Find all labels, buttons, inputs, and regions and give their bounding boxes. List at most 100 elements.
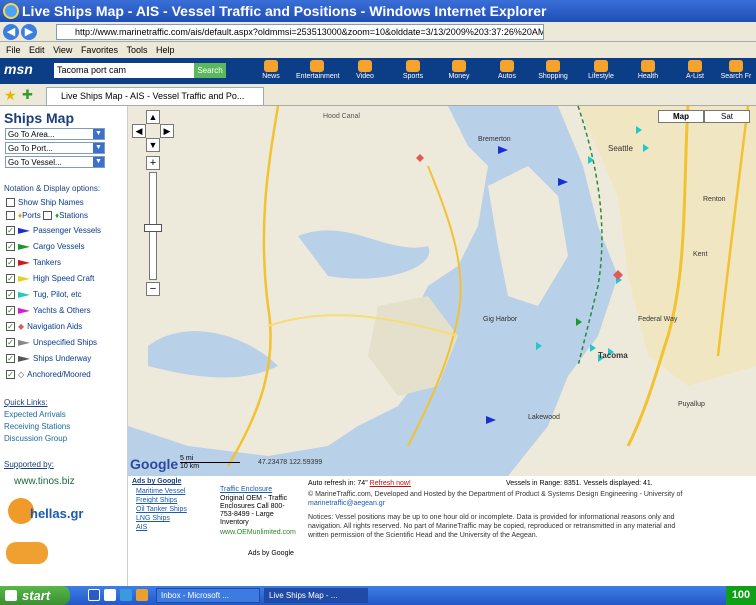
pan-right-button[interactable]: ▶ — [160, 124, 174, 138]
ie-icon[interactable] — [120, 589, 132, 601]
show-names-checkbox[interactable] — [6, 198, 15, 208]
zoom-out-button[interactable]: − — [146, 282, 160, 296]
traffic-enclosure-link[interactable]: Traffic Enclosure — [220, 486, 272, 493]
taskbar-live-ships-map[interactable]: Live Ships Map - ... — [264, 588, 368, 603]
msn-health[interactable]: Health — [627, 60, 669, 80]
health-icon — [641, 60, 655, 72]
place-label: Gig Harbor — [483, 316, 518, 323]
discussion-group-link[interactable]: Discussion Group — [4, 434, 67, 443]
ship-map[interactable]: Hood Canal Bremerton Seattle Renton Kent… — [128, 106, 756, 476]
msn-money[interactable]: Money — [438, 60, 480, 80]
hellas-logo[interactable]: hellas.gr — [8, 498, 88, 528]
msn-video[interactable]: Video — [344, 60, 386, 80]
stations-label: Stations — [59, 211, 88, 220]
map-type-sat-button[interactable]: Sat — [704, 110, 750, 123]
ad-link[interactable]: Freight Ships — [136, 497, 177, 504]
msn-shopping[interactable]: Shopping — [532, 60, 574, 80]
chevron-down-icon: ▼ — [93, 143, 104, 153]
ads-by-google-label-2: Ads by Google — [248, 550, 294, 557]
msn-news[interactable]: News — [250, 60, 292, 80]
msn-lifestyle[interactable]: Lifestyle — [580, 60, 622, 80]
msn-entertainment[interactable]: Entertainment — [296, 60, 340, 80]
receiving-stations-link[interactable]: Receiving Stations — [4, 422, 70, 431]
tug-ship-icon — [18, 291, 30, 298]
traffic-text: 753-8499 - Large — [220, 511, 274, 518]
menu-view[interactable]: View — [53, 42, 72, 58]
place-label: Bremerton — [478, 136, 511, 143]
msn-search-fr[interactable]: Search Fr — [716, 60, 756, 80]
notice-text-2: written permission of the Scientific Hea… — [308, 532, 538, 539]
go-to-area-select[interactable]: Go To Area... ▼ — [5, 128, 105, 140]
quick-links-heading: Quick Links: — [4, 398, 48, 407]
legend-passenger[interactable]: ✓ Passenger Vessels — [6, 225, 101, 236]
ad-link[interactable]: Maritime Vessel — [136, 488, 185, 495]
legend-anchored[interactable]: ✓ ◇ Anchored/Moored — [6, 369, 91, 380]
map-type-map-button[interactable]: Map — [658, 110, 704, 123]
ports-checkbox[interactable] — [6, 211, 15, 221]
stations-checkbox[interactable] — [43, 211, 52, 221]
menu-favorites[interactable]: Favorites — [81, 42, 118, 58]
entertainment-icon — [310, 60, 324, 72]
legend-unspecified[interactable]: ✓ Unspecified Ships — [6, 337, 97, 348]
add-favorite-icon[interactable]: ✚ — [22, 87, 33, 103]
menu-help[interactable]: Help — [156, 42, 175, 58]
msn-search-input[interactable]: Tacoma port cam — [54, 63, 194, 78]
pan-left-button[interactable]: ◀ — [132, 124, 146, 138]
ad-link[interactable]: AIS — [136, 524, 147, 531]
ads-by-google-label: Ads by Google — [132, 478, 182, 485]
menu-edit[interactable]: Edit — [29, 42, 45, 58]
address-url: http://www.marinetraffic.com/ais/default… — [75, 27, 544, 37]
ad-link[interactable]: Oil Tanker Ships — [136, 506, 187, 513]
expected-arrivals-link[interactable]: Expected Arrivals — [4, 410, 66, 419]
msn-search-button[interactable]: Search — [194, 63, 226, 78]
sponsor-logo[interactable] — [6, 542, 48, 564]
traffic-url[interactable]: www.OEMunlimited.com — [220, 529, 296, 536]
legend-cargo[interactable]: ✓ Cargo Vessels — [6, 241, 85, 252]
legend-yachts[interactable]: ✓ Yachts & Others — [6, 305, 91, 316]
pan-down-button[interactable]: ▼ — [146, 138, 160, 152]
refresh-now-link[interactable]: Refresh now! — [370, 480, 411, 487]
legend-tankers[interactable]: ✓ Tankers — [6, 257, 61, 268]
contact-email[interactable]: marinetraffic@aegean.gr — [308, 500, 385, 507]
zoom-in-button[interactable]: + — [146, 156, 160, 170]
taskbar: start Inbox - Microsoft ... Live Ships M… — [0, 586, 756, 605]
explorer-icon[interactable] — [104, 589, 116, 601]
tinos-link[interactable]: www.tinos.biz — [14, 476, 75, 487]
menu-tools[interactable]: Tools — [126, 42, 147, 58]
app-icon[interactable] — [136, 589, 148, 601]
start-button[interactable]: start — [0, 586, 70, 605]
msn-alist[interactable]: A-List — [674, 60, 716, 80]
legend-underway[interactable]: ✓ Ships Underway — [6, 353, 91, 364]
word-icon[interactable] — [88, 589, 100, 601]
passenger-ship-icon — [18, 227, 30, 234]
tab-live-ships-map[interactable]: Live Ships Map - AIS - Vessel Traffic an… — [46, 87, 264, 105]
forward-button[interactable]: ▶ — [21, 24, 37, 40]
ad-link[interactable]: LNG Ships — [136, 515, 170, 522]
map-scale: 5 mi 10 km — [180, 455, 240, 470]
map-canvas[interactable]: Hood Canal Bremerton Seattle Renton Kent… — [128, 106, 756, 476]
favorites-star-icon[interactable]: ★ — [4, 87, 17, 104]
alist-icon — [688, 60, 702, 72]
sidebar: Ships Map Go To Area... ▼ Go To Port... ▼ … — [0, 106, 128, 586]
windows-logo-icon — [5, 590, 17, 601]
show-names-option[interactable]: Show Ship Names — [6, 197, 84, 208]
zoom-slider-handle[interactable] — [144, 224, 162, 232]
msn-sports[interactable]: Sports — [392, 60, 434, 80]
address-input[interactable]: http://www.marinetraffic.com/ais/default… — [56, 24, 544, 40]
back-button[interactable]: ◀ — [3, 24, 19, 40]
window-title: Live Ships Map - AIS - Vessel Traffic an… — [22, 3, 547, 19]
video-icon — [358, 60, 372, 72]
taskbar-inbox[interactable]: Inbox - Microsoft ... — [156, 588, 260, 603]
menu-file[interactable]: File — [6, 42, 21, 58]
pan-up-button[interactable]: ▲ — [146, 110, 160, 124]
traffic-text: Original OEM - Traffic — [220, 495, 288, 502]
msn-autos[interactable]: Autos — [486, 60, 528, 80]
map-type-switch: Map Sat — [658, 110, 750, 123]
legend-nav-aids[interactable]: ✓ ◆ Navigation Aids — [6, 321, 82, 332]
legend-high-speed[interactable]: ✓ High Speed Craft — [6, 273, 94, 284]
search-icon — [729, 60, 743, 72]
go-to-vessel-select[interactable]: Go To Vessel... ▼ — [5, 156, 105, 168]
money-icon — [452, 60, 466, 72]
legend-tug[interactable]: ✓ Tug, Pilot, etc — [6, 289, 82, 300]
go-to-port-select[interactable]: Go To Port... ▼ — [5, 142, 105, 154]
